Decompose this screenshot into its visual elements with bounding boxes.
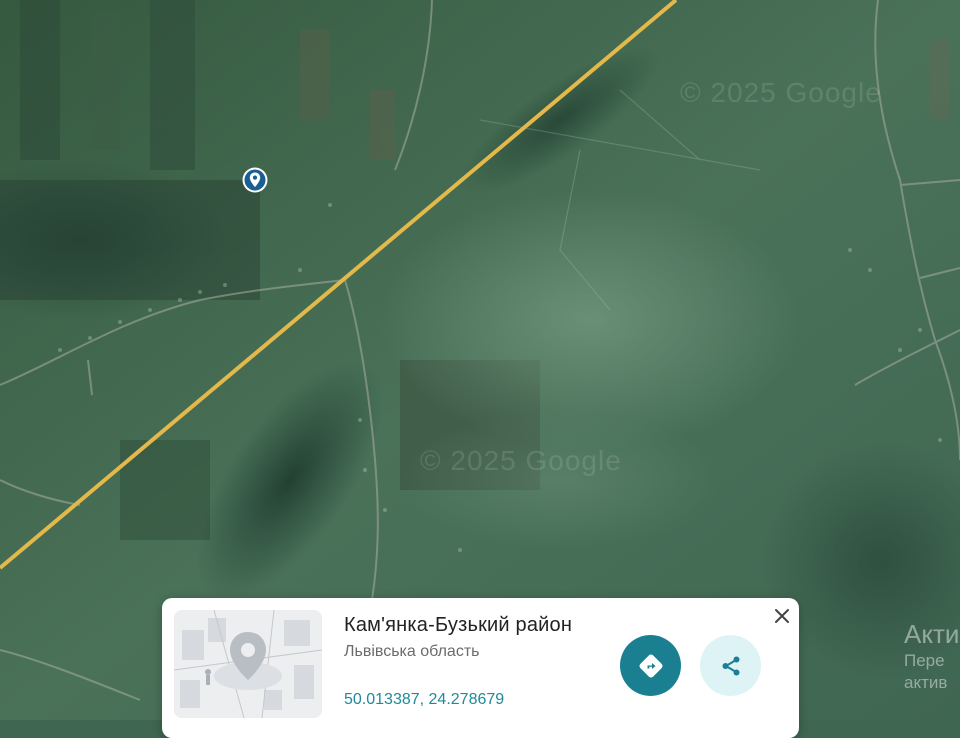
partial-overlay-line2: Пере [904, 651, 945, 670]
directions-button[interactable] [620, 635, 681, 696]
watermark-mid: © 2025 Google [420, 445, 622, 476]
close-icon [775, 609, 789, 623]
place-info-card[interactable]: Кам'янка-Бузький район Львівська область… [162, 598, 799, 738]
directions-icon [639, 654, 662, 677]
map-placeholder-illustration [174, 610, 322, 718]
place-region: Львівська область [344, 643, 480, 660]
watermark-top: © 2025 Google [680, 77, 882, 108]
light-field-area [380, 190, 800, 450]
partial-overlay-line1: Акти [904, 619, 960, 649]
close-button[interactable] [768, 602, 796, 630]
light-field-area [400, 410, 720, 550]
partial-overlay-line3: актив [904, 673, 948, 692]
share-button[interactable] [700, 635, 761, 696]
partial-overlay-text: Акти Пере актив [904, 618, 960, 694]
place-coordinates[interactable]: 50.013387, 24.278679 [344, 691, 504, 709]
share-icon [722, 656, 739, 675]
location-pin-icon[interactable] [241, 166, 269, 194]
place-name: Кам'янка-Бузький район [344, 614, 573, 636]
